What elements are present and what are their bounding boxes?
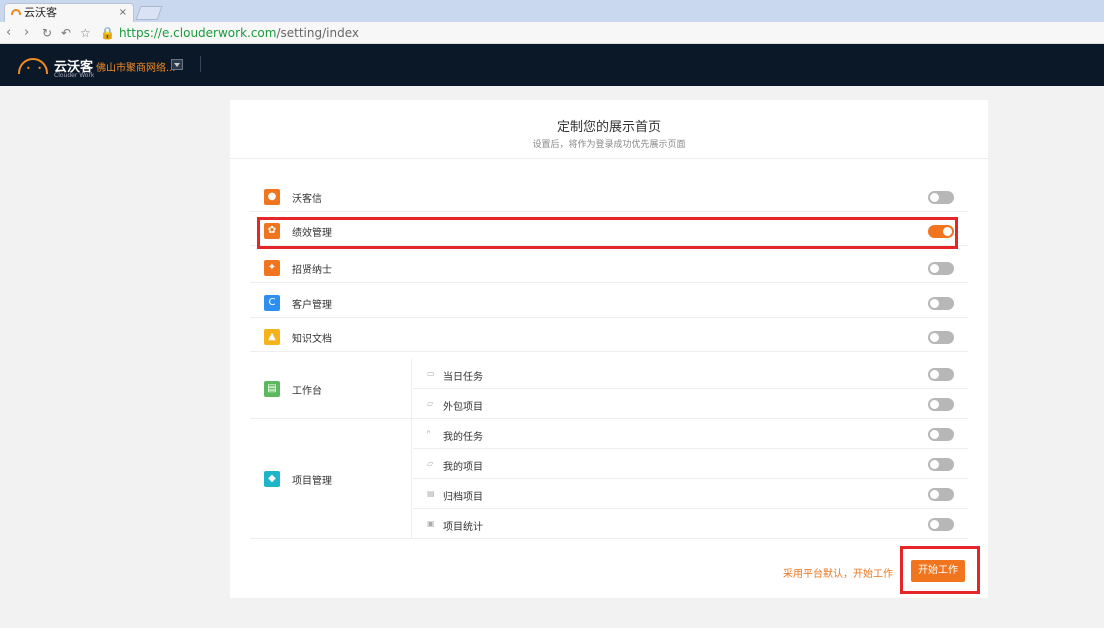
sub-toggle[interactable] — [928, 518, 954, 531]
forward-icon[interactable]: › — [24, 24, 29, 42]
knowledge-icon: ▲ — [264, 329, 280, 345]
app-toggle[interactable] — [928, 191, 954, 204]
app-row: ● 沃客信 — [250, 182, 968, 212]
sub-toggle[interactable] — [928, 368, 954, 381]
sub-row-label: 我的任务 — [443, 432, 483, 443]
archive-icon: ▤ — [427, 489, 435, 498]
folder-icon: ▱ — [427, 459, 434, 468]
app-row: ✦ 招贤纳士 — [250, 253, 968, 283]
workbench-group: ▤ 工作台 ▭ 当日任务 ▱ 外包项目 — [250, 359, 968, 419]
brand-subtitle: Clouder Work — [54, 72, 95, 79]
browser-tab[interactable]: 云沃客 × — [4, 3, 134, 22]
highlight-start-button — [900, 546, 980, 594]
user-icon: ᴿ — [427, 429, 431, 438]
app-label: 客户管理 — [292, 300, 332, 311]
homepage-settings-card: 定制您的展示首页 设置后，将作为登录成功优先展示页面 采用平台默认，开始工作 开… — [230, 100, 988, 598]
layers-icon: ◆ — [264, 471, 280, 487]
browser-toolbar: ‹ › ↻ ↶ ☆ 🔒 https://e.clouderwork.com/set… — [0, 22, 1104, 44]
browser-tabstrip: 云沃客 × — [0, 0, 1104, 22]
use-default-link[interactable]: 采用平台默认，开始工作 — [783, 565, 893, 580]
app-header: • • 云沃客 Clouder Work 佛山市聚商网络... — [0, 44, 1104, 86]
app-row: C 客户管理 — [250, 288, 968, 318]
group-header: ◆ 项目管理 — [250, 419, 412, 538]
projects-group: ◆ 项目管理 ᴿ 我的任务 ▱ 我的项目 ▤ 归档项目 ▣ 项目统计 — [250, 419, 968, 539]
group-label: 工作台 — [292, 386, 322, 397]
tab-close-icon[interactable]: × — [119, 4, 127, 21]
sub-row-label: 归档项目 — [443, 492, 483, 503]
tab-title: 云沃客 — [24, 6, 57, 19]
page-subtitle: 设置后，将作为登录成功优先展示页面 — [532, 140, 686, 150]
favicon-icon — [11, 9, 21, 15]
app-label: 沃客信 — [292, 194, 322, 205]
lock-icon: 🔒 — [100, 26, 115, 40]
app-label: 知识文档 — [292, 334, 332, 345]
url-host: https://e.clouderwork.com — [118, 26, 277, 40]
bookmark-star-icon[interactable]: ☆ — [80, 24, 91, 42]
sub-row-label: 外包项目 — [443, 402, 483, 413]
calendar-icon: ▭ — [427, 369, 435, 378]
folder-icon: ▱ — [427, 399, 434, 408]
back-icon[interactable]: ‹ — [6, 24, 11, 42]
app-row: ▲ 知识文档 — [250, 322, 968, 352]
sub-toggle[interactable] — [928, 428, 954, 441]
url-path: /setting/index — [276, 26, 359, 40]
sub-row: ▱ 外包项目 — [413, 389, 968, 419]
app-label: 招贤纳士 — [292, 265, 332, 276]
workbench-icon: ▤ — [264, 381, 280, 397]
sub-toggle[interactable] — [928, 488, 954, 501]
app-logo[interactable]: • • 云沃客 Clouder Work — [18, 56, 94, 79]
sub-row: ▱ 我的项目 — [413, 449, 968, 479]
sub-row: ▤ 归档项目 — [413, 479, 968, 509]
app-toggle[interactable] — [928, 331, 954, 344]
refresh-icon[interactable]: ↻ — [42, 24, 52, 42]
sub-toggle[interactable] — [928, 398, 954, 411]
app-toggle[interactable] — [928, 297, 954, 310]
header-divider — [200, 56, 201, 72]
page-title: 定制您的展示首页 — [556, 120, 661, 135]
sub-toggle[interactable] — [928, 458, 954, 471]
new-tab-button[interactable] — [135, 6, 163, 20]
sub-row-label: 我的项目 — [443, 462, 483, 473]
sub-row-label: 当日任务 — [443, 372, 483, 383]
stats-icon: ▣ — [427, 519, 435, 528]
sub-row: ▣ 项目统计 — [413, 509, 968, 539]
sub-row-label: 项目统计 — [443, 522, 483, 533]
highlight-performance-row — [257, 217, 958, 249]
chat-icon: ● — [264, 189, 280, 205]
app-toggle[interactable] — [928, 262, 954, 275]
divider — [230, 158, 988, 159]
group-label: 项目管理 — [292, 476, 332, 487]
customer-icon: C — [264, 295, 280, 311]
address-bar[interactable]: 🔒 https://e.clouderwork.com/setting/index — [100, 25, 359, 41]
company-dropdown-icon[interactable] — [171, 59, 183, 70]
sub-row: ▭ 当日任务 — [413, 359, 968, 389]
sub-row: ᴿ 我的任务 — [413, 419, 968, 449]
group-header: ▤ 工作台 — [250, 359, 412, 418]
company-name[interactable]: 佛山市聚商网络... — [96, 59, 176, 74]
undo-icon[interactable]: ↶ — [61, 24, 71, 42]
recruit-icon: ✦ — [264, 260, 280, 276]
